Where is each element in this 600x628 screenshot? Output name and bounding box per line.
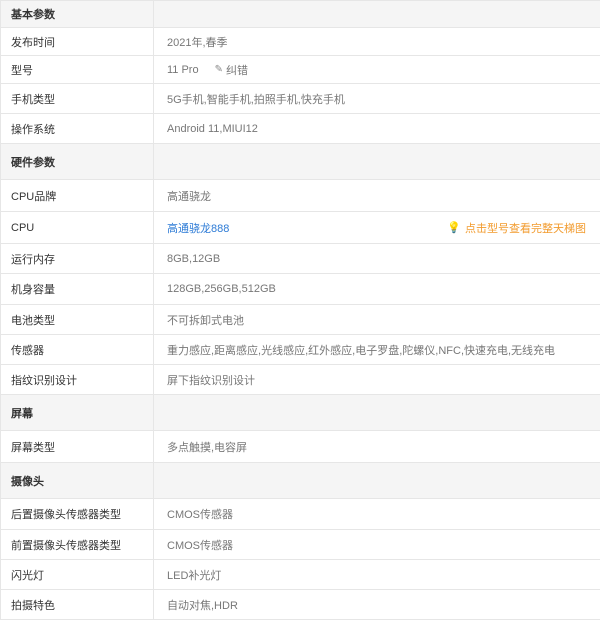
section-filler bbox=[154, 1, 600, 27]
spec-value: CMOS传感器 bbox=[167, 539, 233, 552]
spec-label: 指纹识别设计 bbox=[1, 365, 154, 394]
spec-table: 基本参数 发布时间 2021年,春季 型号 11 Pro ✎ 纠错 手机类型 5… bbox=[0, 0, 600, 620]
section-filler bbox=[154, 144, 600, 179]
spec-row-cpu-brand: CPU品牌 高通骁龙 bbox=[1, 180, 600, 212]
spec-label: 拍摄特色 bbox=[1, 590, 154, 619]
spec-label: CPU bbox=[1, 212, 154, 243]
pencil-icon: ✎ bbox=[214, 64, 223, 75]
section-title: 屏幕 bbox=[1, 395, 154, 430]
correction-link[interactable]: ✎ 纠错 bbox=[215, 62, 248, 78]
spec-row-battery: 电池类型 不可拆卸式电池 bbox=[1, 305, 600, 335]
spec-row-phone-type: 手机类型 5G手机,智能手机,拍照手机,快充手机 bbox=[1, 84, 600, 114]
spec-value: Android 11,MIUI12 bbox=[167, 122, 258, 135]
spec-label: 发布时间 bbox=[1, 28, 154, 55]
spec-label: 前置摄像头传感器类型 bbox=[1, 530, 154, 559]
spec-row-sensors: 传感器 重力感应,距离感应,光线感应,红外感应,电子罗盘,陀螺仪,NFC,快速充… bbox=[1, 335, 600, 365]
spec-value: 128GB,256GB,512GB bbox=[167, 283, 276, 295]
spec-value: 多点触摸,电容屏 bbox=[167, 441, 248, 454]
spec-value: LED补光灯 bbox=[167, 569, 222, 582]
section-title: 摄像头 bbox=[1, 463, 154, 498]
section-header-hardware: 硬件参数 bbox=[1, 144, 600, 180]
ladder-chart-hint-text: 点击型号查看完整天梯图 bbox=[465, 222, 586, 235]
spec-row-model: 型号 11 Pro ✎ 纠错 bbox=[1, 56, 600, 84]
spec-value: 重力感应,距离感应,光线感应,红外感应,电子罗盘,陀螺仪,NFC,快速充电,无线… bbox=[167, 344, 556, 357]
spec-value-wrap: 11 Pro ✎ 纠错 bbox=[154, 56, 600, 83]
spec-value: 高通骁龙 bbox=[167, 190, 211, 203]
spec-label: 型号 bbox=[1, 56, 154, 83]
spec-row-os: 操作系统 Android 11,MIUI12 bbox=[1, 114, 600, 144]
spec-row-fingerprint: 指纹识别设计 屏下指纹识别设计 bbox=[1, 365, 600, 395]
spec-row-release-date: 发布时间 2021年,春季 bbox=[1, 28, 600, 56]
spec-row-rear-sensor: 后置摄像头传感器类型 CMOS传感器 bbox=[1, 499, 600, 530]
spec-row-cpu: CPU 高通骁龙888 💡 点击型号查看完整天梯图 bbox=[1, 212, 600, 244]
spec-value: 不可拆卸式电池 bbox=[167, 314, 244, 327]
section-header-camera: 摄像头 bbox=[1, 463, 600, 499]
cpu-model-link[interactable]: 高通骁龙888 bbox=[167, 220, 229, 236]
spec-row-storage: 机身容量 128GB,256GB,512GB bbox=[1, 274, 600, 305]
section-filler bbox=[154, 395, 600, 430]
correction-label: 纠错 bbox=[225, 64, 248, 77]
spec-row-front-sensor: 前置摄像头传感器类型 CMOS传感器 bbox=[1, 530, 600, 560]
spec-row-camera-features: 拍摄特色 自动对焦,HDR bbox=[1, 590, 600, 620]
spec-label: 电池类型 bbox=[1, 305, 154, 334]
lightbulb-icon: 💡 bbox=[447, 222, 461, 234]
section-title: 基本参数 bbox=[1, 1, 154, 27]
spec-label: 运行内存 bbox=[1, 244, 154, 273]
spec-label: CPU品牌 bbox=[1, 180, 154, 211]
section-filler bbox=[154, 463, 600, 498]
spec-label: 操作系统 bbox=[1, 114, 154, 143]
spec-label: 机身容量 bbox=[1, 274, 154, 304]
spec-value: 5G手机,智能手机,拍照手机,快充手机 bbox=[167, 93, 345, 106]
spec-value-wrap: 高通骁龙888 💡 点击型号查看完整天梯图 bbox=[154, 212, 600, 243]
spec-value: 2021年,春季 bbox=[167, 36, 228, 49]
spec-label: 手机类型 bbox=[1, 84, 154, 113]
spec-value: 屏下指纹识别设计 bbox=[167, 374, 255, 387]
ladder-chart-hint[interactable]: 💡 点击型号查看完整天梯图 bbox=[447, 220, 586, 236]
spec-row-ram: 运行内存 8GB,12GB bbox=[1, 244, 600, 274]
spec-row-screen-type: 屏幕类型 多点触摸,电容屏 bbox=[1, 431, 600, 463]
spec-value: 8GB,12GB bbox=[167, 252, 221, 265]
spec-row-flash: 闪光灯 LED补光灯 bbox=[1, 560, 600, 590]
spec-value: 自动对焦,HDR bbox=[167, 599, 238, 612]
section-header-basic: 基本参数 bbox=[1, 1, 600, 28]
spec-label: 后置摄像头传感器类型 bbox=[1, 499, 154, 529]
section-header-screen: 屏幕 bbox=[1, 395, 600, 431]
section-title: 硬件参数 bbox=[1, 144, 154, 179]
spec-label: 屏幕类型 bbox=[1, 431, 154, 462]
spec-value: CMOS传感器 bbox=[167, 509, 233, 521]
spec-label: 闪光灯 bbox=[1, 560, 154, 589]
spec-label: 传感器 bbox=[1, 335, 154, 364]
spec-value: 11 Pro bbox=[167, 63, 199, 76]
